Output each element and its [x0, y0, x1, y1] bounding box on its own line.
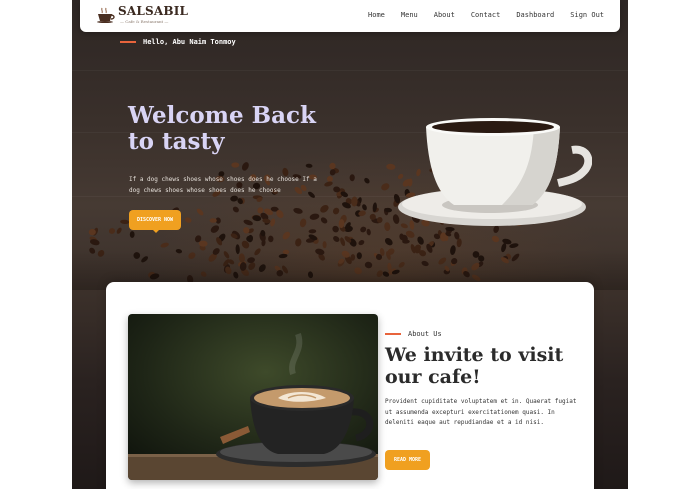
- nav-contact[interactable]: Contact: [471, 11, 501, 19]
- navbar: SALSABIL — Cafe & Restaurant — Home Menu…: [80, 0, 620, 32]
- read-more-button[interactable]: READ MORE: [385, 450, 430, 470]
- hero-description: If a dog chews shoes whose shoes does he…: [129, 176, 317, 194]
- page: SALSABIL — Cafe & Restaurant — Home Menu…: [72, 0, 628, 489]
- nav-about[interactable]: About: [434, 11, 455, 19]
- brand-logo[interactable]: SALSABIL — Cafe & Restaurant —: [96, 4, 206, 28]
- nav-home[interactable]: Home: [368, 11, 385, 19]
- greeting-text: Hello, Abu Naim Tonmoy: [143, 38, 236, 46]
- coffee-cup-icon: [97, 7, 115, 23]
- nav-menu-link[interactable]: Menu: [401, 11, 418, 19]
- brand-name: SALSABIL: [118, 4, 189, 18]
- about-description: Provident cupiditate voluptatem et in. Q…: [385, 398, 577, 426]
- nav-menu: Home Menu About Contact Dashboard Sign O…: [352, 11, 604, 19]
- button-tip: [152, 229, 160, 233]
- nav-sign-out[interactable]: Sign Out: [570, 11, 604, 19]
- discover-now-button[interactable]: DISCOVER NOW: [129, 210, 181, 230]
- about-label: About Us: [385, 330, 442, 338]
- accent-line: [385, 333, 401, 335]
- about-card: About Us We invite to visit our cafe! Pr…: [106, 282, 594, 489]
- brand-tagline: — Cafe & Restaurant —: [120, 19, 169, 24]
- nav-dashboard[interactable]: Dashboard: [516, 11, 554, 19]
- about-label-text: About Us: [408, 330, 442, 338]
- about-title: We invite to visit our cafe!: [385, 344, 564, 388]
- accent-line: [120, 41, 136, 43]
- greeting: Hello, Abu Naim Tonmoy: [120, 38, 236, 46]
- hero-title: Welcome Back to tasty: [128, 102, 316, 155]
- latte-cup-image: [128, 314, 378, 480]
- coffee-cup-image: [398, 118, 592, 226]
